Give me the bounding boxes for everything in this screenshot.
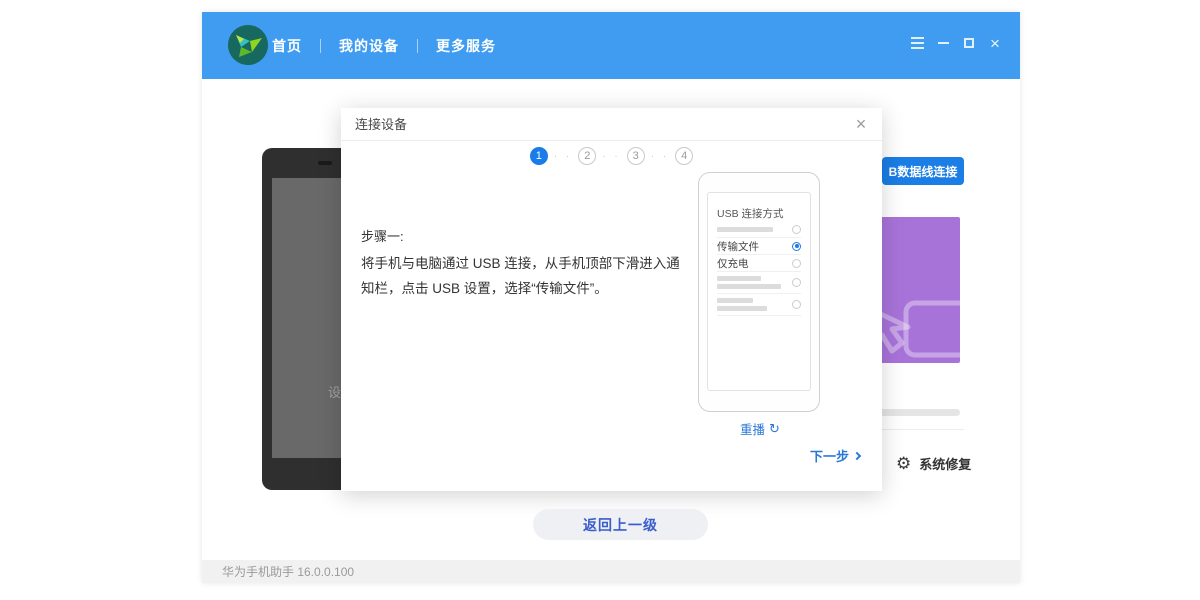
phone-speaker bbox=[318, 161, 332, 165]
radio-unselected-icon bbox=[792, 259, 801, 268]
text-placeholder-bar bbox=[717, 306, 767, 311]
usb-option-transfer-files: 传输文件 bbox=[717, 238, 801, 255]
app-window: 首页 我的设备 更多服务 bbox=[202, 12, 1020, 583]
nav-services-label: 更多服务 bbox=[436, 38, 496, 54]
system-repair-label: 系统修复 bbox=[919, 454, 971, 473]
app-header: 首页 我的设备 更多服务 bbox=[202, 12, 1020, 79]
window-controls: × bbox=[904, 34, 1008, 52]
menu-icon[interactable] bbox=[904, 34, 930, 52]
replay-icon: ↻ bbox=[769, 421, 780, 437]
usb-mode-title: USB 连接方式 bbox=[717, 206, 801, 221]
step-4-circle: 4 bbox=[675, 147, 693, 165]
option-label: 传输文件 bbox=[717, 239, 759, 254]
system-repair-button[interactable]: ⚙ 系统修复 bbox=[896, 454, 971, 473]
maximize-icon[interactable] bbox=[956, 34, 982, 52]
nav-separator bbox=[320, 39, 321, 53]
phone-mockup: USB 连接方式 传输文件 仅充电 bbox=[698, 172, 820, 412]
minimize-icon[interactable] bbox=[930, 34, 956, 52]
nav-item-my-devices[interactable]: 我的设备 bbox=[335, 36, 403, 56]
text-placeholder-bar bbox=[717, 276, 761, 281]
dialog-close-icon[interactable]: × bbox=[850, 113, 872, 135]
step-indicator: 1 · · 2 · · 3 · · 4 bbox=[341, 147, 882, 165]
phone-mockup-screen: USB 连接方式 传输文件 仅充电 bbox=[707, 192, 811, 391]
text-placeholder-bar bbox=[717, 227, 773, 232]
replay-label: 重播 bbox=[740, 419, 765, 438]
nav-devices-label: 我的设备 bbox=[339, 38, 399, 54]
usb-option-charge-only: 仅充电 bbox=[717, 255, 801, 272]
next-step-label: 下一步 bbox=[810, 446, 849, 465]
replay-button[interactable]: 重播 ↻ bbox=[740, 419, 780, 438]
step-3-circle: 3 bbox=[627, 147, 645, 165]
usb-option-placeholder-row bbox=[717, 272, 801, 294]
step-dots: · · bbox=[554, 151, 572, 162]
back-to-previous-button[interactable]: 返回上一级 bbox=[533, 509, 708, 540]
close-window-icon[interactable]: × bbox=[982, 34, 1008, 52]
nav-home-label: 首页 bbox=[272, 38, 302, 54]
radio-unselected-icon bbox=[792, 278, 801, 287]
connect-device-dialog: 连接设备 × 1 · · 2 · · 3 · · 4 步骤一: 将手机与电脑通过… bbox=[341, 108, 882, 491]
nav-separator bbox=[417, 39, 418, 53]
step-dots: · · bbox=[602, 151, 620, 162]
status-bar: 华为手机助手 16.0.0.100 bbox=[202, 560, 1020, 583]
step-instructions: 将手机与电脑通过 USB 连接，从手机顶部下滑进入通知栏，点击 USB 设置，选… bbox=[361, 251, 687, 301]
usb-option-placeholder-row bbox=[717, 221, 801, 238]
dialog-title: 连接设备 bbox=[355, 108, 407, 141]
usb-option-placeholder-row bbox=[717, 294, 801, 316]
radio-selected-icon bbox=[792, 242, 801, 251]
usb-cable-connect-button[interactable]: B数据线连接 bbox=[882, 157, 964, 185]
text-placeholder-bar bbox=[717, 298, 753, 303]
text-placeholder-bar bbox=[717, 284, 781, 289]
gear-icon: ⚙ bbox=[896, 455, 911, 472]
step-2-circle: 2 bbox=[578, 147, 596, 165]
step-heading: 步骤一: bbox=[361, 226, 404, 245]
next-step-button[interactable]: 下一步 bbox=[810, 446, 860, 465]
dialog-header: 连接设备 × bbox=[341, 108, 882, 141]
radio-unselected-icon bbox=[792, 300, 801, 309]
nav-item-home[interactable]: 首页 bbox=[268, 36, 306, 56]
chevron-right-icon bbox=[853, 451, 861, 459]
active-nav-dot bbox=[284, 80, 289, 85]
app-version-label: 华为手机助手 16.0.0.100 bbox=[222, 563, 354, 580]
step-dots: · · bbox=[651, 151, 669, 162]
desktop-background: 首页 我的设备 更多服务 bbox=[0, 0, 1200, 600]
nav-item-more-services[interactable]: 更多服务 bbox=[432, 36, 500, 56]
main-nav: 首页 我的设备 更多服务 bbox=[268, 12, 500, 79]
hisuite-logo-icon bbox=[228, 25, 268, 65]
option-label: 仅充电 bbox=[717, 256, 749, 271]
radio-unselected-icon bbox=[792, 225, 801, 234]
step-1-circle: 1 bbox=[530, 147, 548, 165]
